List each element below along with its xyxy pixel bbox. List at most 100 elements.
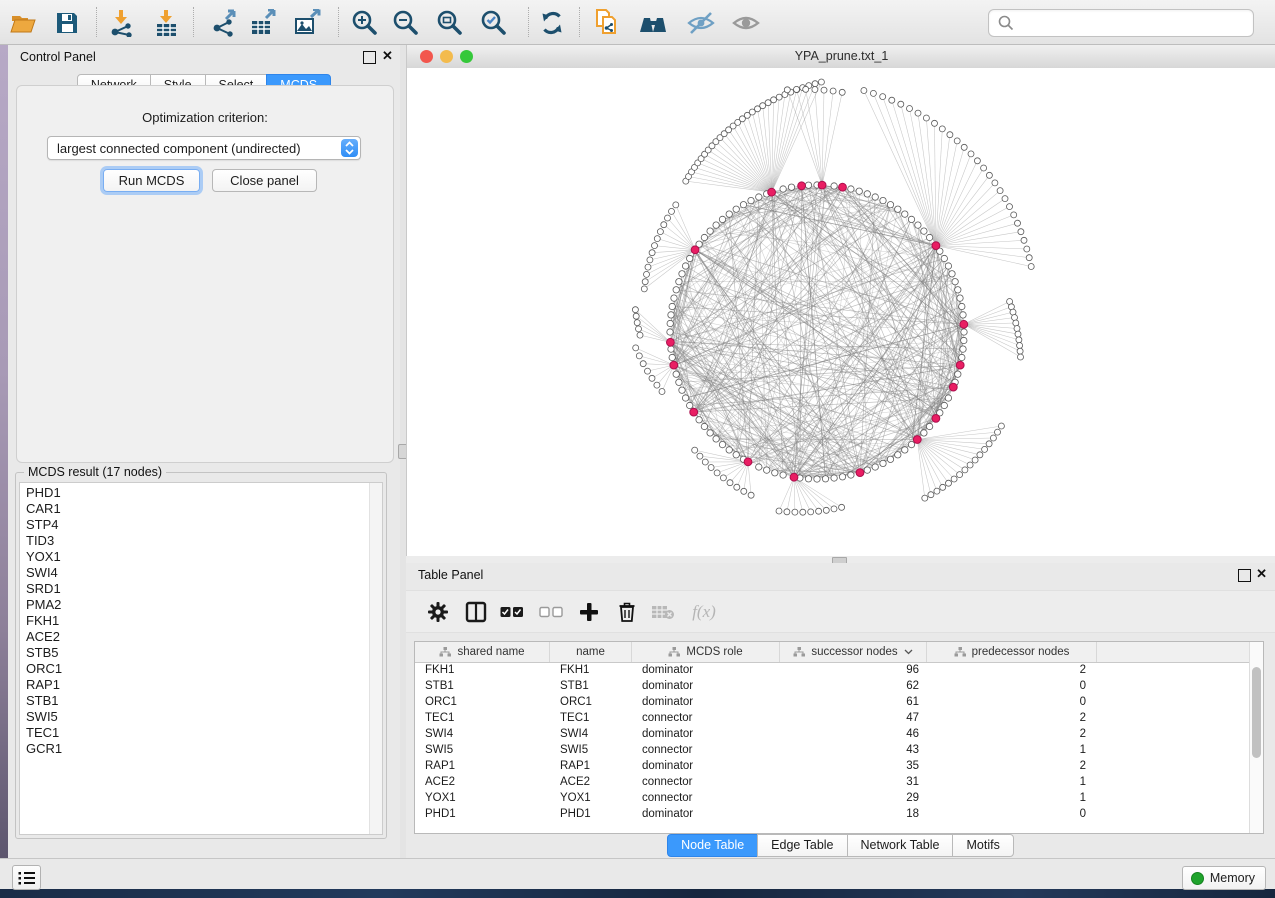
table-tab-edge-table[interactable]: Edge Table xyxy=(757,834,847,857)
table-row[interactable]: TEC1TEC1connector472 xyxy=(415,710,1250,726)
criterion-select[interactable]: largest connected component (undirected) xyxy=(47,136,361,160)
cell-name[interactable]: SWI4 xyxy=(550,728,632,740)
table-row[interactable]: RAP1RAP1dominator352 xyxy=(415,758,1250,774)
cell-predecessor-nodes[interactable]: 0 xyxy=(927,808,1097,820)
mcds-result-item[interactable]: ACE2 xyxy=(20,629,369,645)
zoom-out-button[interactable] xyxy=(390,7,422,39)
cell-predecessor-nodes[interactable]: 0 xyxy=(927,696,1097,708)
table-row[interactable]: YOX1YOX1connector291 xyxy=(415,790,1250,806)
select-all-checks-button[interactable] xyxy=(496,596,528,628)
cell-predecessor-nodes[interactable]: 2 xyxy=(927,760,1097,772)
column-header-name[interactable]: name xyxy=(550,642,632,662)
export-image-button[interactable] xyxy=(291,7,323,39)
column-header-shared-name[interactable]: shared name xyxy=(415,642,550,662)
close-panel-icon[interactable]: ✕ xyxy=(1256,566,1267,581)
mcds-result-item[interactable]: SWI5 xyxy=(20,709,369,725)
horizontal-splitter[interactable] xyxy=(406,556,1275,563)
first-neighbors-button[interactable] xyxy=(637,7,669,39)
cell-successor-nodes[interactable]: 96 xyxy=(780,664,927,676)
table-scrollbar[interactable] xyxy=(1249,642,1263,833)
cell-successor-nodes[interactable]: 31 xyxy=(780,776,927,788)
table-row[interactable]: PHD1PHD1dominator180 xyxy=(415,806,1250,822)
cell-name[interactable]: YOX1 xyxy=(550,792,632,804)
table-row[interactable]: ORC1ORC1dominator610 xyxy=(415,694,1250,710)
close-panel-icon[interactable]: ✕ xyxy=(382,48,393,63)
table-tab-motifs[interactable]: Motifs xyxy=(952,834,1013,857)
search-field[interactable] xyxy=(988,9,1254,37)
column-header-mcds-role[interactable]: MCDS role xyxy=(632,642,780,662)
import-table-button[interactable] xyxy=(150,7,182,39)
cell-mcds-role[interactable]: dominator xyxy=(632,696,780,708)
delete-table-button[interactable] xyxy=(647,596,679,628)
cell-mcds-role[interactable]: dominator xyxy=(632,728,780,740)
float-window-icon[interactable] xyxy=(1238,569,1251,582)
cell-name[interactable]: TEC1 xyxy=(550,712,632,724)
export-network-button[interactable] xyxy=(209,7,241,39)
cell-shared-name[interactable]: ACE2 xyxy=(415,776,550,788)
cell-name[interactable]: RAP1 xyxy=(550,760,632,772)
cell-name[interactable]: STB1 xyxy=(550,680,632,692)
save-session-button[interactable] xyxy=(51,7,83,39)
table-options-button[interactable] xyxy=(422,596,454,628)
mcds-result-item[interactable]: RAP1 xyxy=(20,677,369,693)
cell-shared-name[interactable]: PHD1 xyxy=(415,808,550,820)
memory-button[interactable]: Memory xyxy=(1182,866,1266,890)
cell-predecessor-nodes[interactable]: 2 xyxy=(927,712,1097,724)
delete-rows-button[interactable] xyxy=(611,596,643,628)
close-panel-button[interactable]: Close panel xyxy=(212,169,317,192)
add-row-button[interactable] xyxy=(573,596,605,628)
cell-successor-nodes[interactable]: 35 xyxy=(780,760,927,772)
cell-shared-name[interactable]: TEC1 xyxy=(415,712,550,724)
cell-successor-nodes[interactable]: 62 xyxy=(780,680,927,692)
deselect-all-checks-button[interactable] xyxy=(535,596,567,628)
cell-mcds-role[interactable]: connector xyxy=(632,792,780,804)
table-scrollbar-thumb[interactable] xyxy=(1252,667,1261,758)
table-row[interactable]: STB1STB1dominator620 xyxy=(415,678,1250,694)
table-row[interactable]: ACE2ACE2connector311 xyxy=(415,774,1250,790)
cell-mcds-role[interactable]: connector xyxy=(632,776,780,788)
table-row[interactable]: FKH1FKH1dominator962 xyxy=(415,662,1250,678)
open-file-button[interactable] xyxy=(7,7,39,39)
table-tab-node-table[interactable]: Node Table xyxy=(667,834,758,857)
cell-predecessor-nodes[interactable]: 0 xyxy=(927,680,1097,692)
cell-predecessor-nodes[interactable]: 1 xyxy=(927,776,1097,788)
column-header-successor-nodes[interactable]: successor nodes xyxy=(780,642,927,662)
show-all-button[interactable] xyxy=(730,7,762,39)
mcds-result-item[interactable]: TEC1 xyxy=(20,725,369,741)
mcds-result-item[interactable]: ORC1 xyxy=(20,661,369,677)
cell-name[interactable]: ACE2 xyxy=(550,776,632,788)
cell-shared-name[interactable]: STB1 xyxy=(415,680,550,692)
run-mcds-button[interactable]: Run MCDS xyxy=(103,169,200,192)
cell-successor-nodes[interactable]: 61 xyxy=(780,696,927,708)
mcds-result-item[interactable]: YOX1 xyxy=(20,549,369,565)
mcds-result-item[interactable]: TID3 xyxy=(20,533,369,549)
mcds-result-item[interactable]: SRD1 xyxy=(20,581,369,597)
cell-predecessor-nodes[interactable]: 2 xyxy=(927,728,1097,740)
search-input[interactable] xyxy=(1015,13,1253,33)
cell-shared-name[interactable]: RAP1 xyxy=(415,760,550,772)
cell-mcds-role[interactable]: dominator xyxy=(632,808,780,820)
cell-predecessor-nodes[interactable]: 2 xyxy=(927,664,1097,676)
apply-preferred-layout-button[interactable] xyxy=(536,7,568,39)
hide-selected-button[interactable] xyxy=(685,7,717,39)
mcds-result-item[interactable]: PHD1 xyxy=(20,485,369,501)
cell-mcds-role[interactable]: connector xyxy=(632,712,780,724)
mcds-result-item[interactable]: GCR1 xyxy=(20,741,369,757)
cell-name[interactable]: SWI5 xyxy=(550,744,632,756)
float-window-icon[interactable] xyxy=(363,51,376,64)
mcds-result-item[interactable]: STB1 xyxy=(20,693,369,709)
cell-mcds-role[interactable]: dominator xyxy=(632,760,780,772)
cell-shared-name[interactable]: SWI4 xyxy=(415,728,550,740)
cell-successor-nodes[interactable]: 46 xyxy=(780,728,927,740)
network-canvas[interactable] xyxy=(407,68,1275,556)
cell-shared-name[interactable]: FKH1 xyxy=(415,664,550,676)
zoom-in-button[interactable] xyxy=(349,7,381,39)
mcds-result-item[interactable]: FKH1 xyxy=(20,613,369,629)
show-columns-button[interactable] xyxy=(460,596,492,628)
cell-name[interactable]: ORC1 xyxy=(550,696,632,708)
fit-content-button[interactable] xyxy=(434,7,466,39)
function-builder-button[interactable]: f(x) xyxy=(684,596,724,628)
column-header-predecessor-nodes[interactable]: predecessor nodes xyxy=(927,642,1097,662)
cell-mcds-role[interactable]: dominator xyxy=(632,680,780,692)
cell-shared-name[interactable]: YOX1 xyxy=(415,792,550,804)
